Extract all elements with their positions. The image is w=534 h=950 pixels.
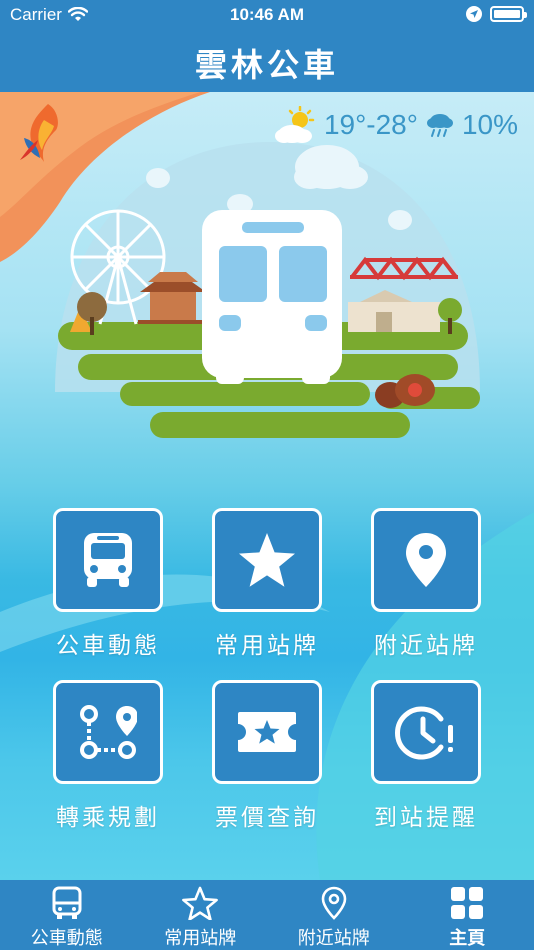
status-time: 10:46 AM (229, 5, 304, 24)
home-content: 19°-28° 10% 公車動態 常用站牌 附近站牌 轉乘規劃 票價查詢 到站提… (0, 92, 534, 880)
menu-tile-arrival-alert[interactable]: 到站提醒 (371, 680, 481, 832)
menu-tile-favorite-stops[interactable]: 常用站牌 (212, 508, 322, 660)
tile-label: 票價查詢 (215, 805, 319, 831)
menu-tile-bus-status[interactable]: 公車動態 (53, 508, 163, 660)
bus-icon (52, 886, 82, 919)
star-icon (239, 533, 295, 587)
alarm-clock-icon (395, 706, 453, 760)
tab-label: 公車動態 (30, 928, 103, 949)
grid-icon (451, 887, 484, 919)
star-icon (182, 886, 219, 920)
tile-label: 到站提醒 (374, 805, 478, 831)
menu-tile-nearby-stops[interactable]: 附近站牌 (371, 508, 481, 660)
tile-label: 公車動態 (56, 633, 160, 659)
nav-bar: 雲林公車 (0, 30, 534, 92)
tile-label: 附近站牌 (374, 633, 478, 659)
tab-nearby-stops[interactable]: 附近站牌 (267, 880, 401, 950)
location-pin-icon (406, 533, 446, 587)
temperature-range: 19°-28° (323, 109, 418, 140)
tab-label: 主頁 (449, 928, 486, 949)
tab-bar: 公車動態 常用站牌 附近站牌 主頁 (0, 880, 534, 950)
route-planning-button[interactable] (53, 680, 163, 784)
menu-tile-route-planning[interactable]: 轉乘規劃 (53, 680, 163, 832)
partly-sunny-icon (274, 106, 315, 143)
bus-illustration (202, 210, 342, 384)
nearby-stops-button[interactable] (371, 508, 481, 612)
status-right (466, 6, 527, 22)
tab-favorite-stops[interactable]: 常用站牌 (134, 880, 268, 950)
tab-bus-status[interactable]: 公車動態 (0, 880, 134, 950)
rain-cloud-icon (426, 114, 453, 137)
menu-tile-fare-inquiry[interactable]: 票價查詢 (212, 680, 322, 832)
favorite-stops-button[interactable] (212, 508, 322, 612)
bus-status-button[interactable] (53, 508, 163, 612)
status-bar: Carrier 10:46 AM (0, 0, 534, 30)
battery-icon (490, 6, 527, 22)
ticket-icon (238, 712, 296, 752)
tile-label: 轉乘規劃 (56, 805, 160, 831)
arrival-alert-button[interactable] (371, 680, 481, 784)
tab-home[interactable]: 主頁 (401, 880, 534, 950)
location-arrow-icon (466, 6, 482, 22)
weather-widget: 19°-28° 10% (274, 106, 518, 144)
tab-label: 常用站牌 (164, 928, 237, 949)
tile-label: 常用站牌 (215, 633, 319, 659)
app-logo-icon (20, 104, 58, 162)
location-pin-icon (321, 886, 347, 920)
fare-inquiry-button[interactable] (212, 680, 322, 784)
page-title: 雲林公車 (194, 46, 339, 84)
rain-chance: 10% (461, 109, 518, 140)
route-icon (80, 705, 137, 759)
bus-icon (84, 533, 132, 587)
tab-label: 附近站牌 (297, 928, 370, 949)
